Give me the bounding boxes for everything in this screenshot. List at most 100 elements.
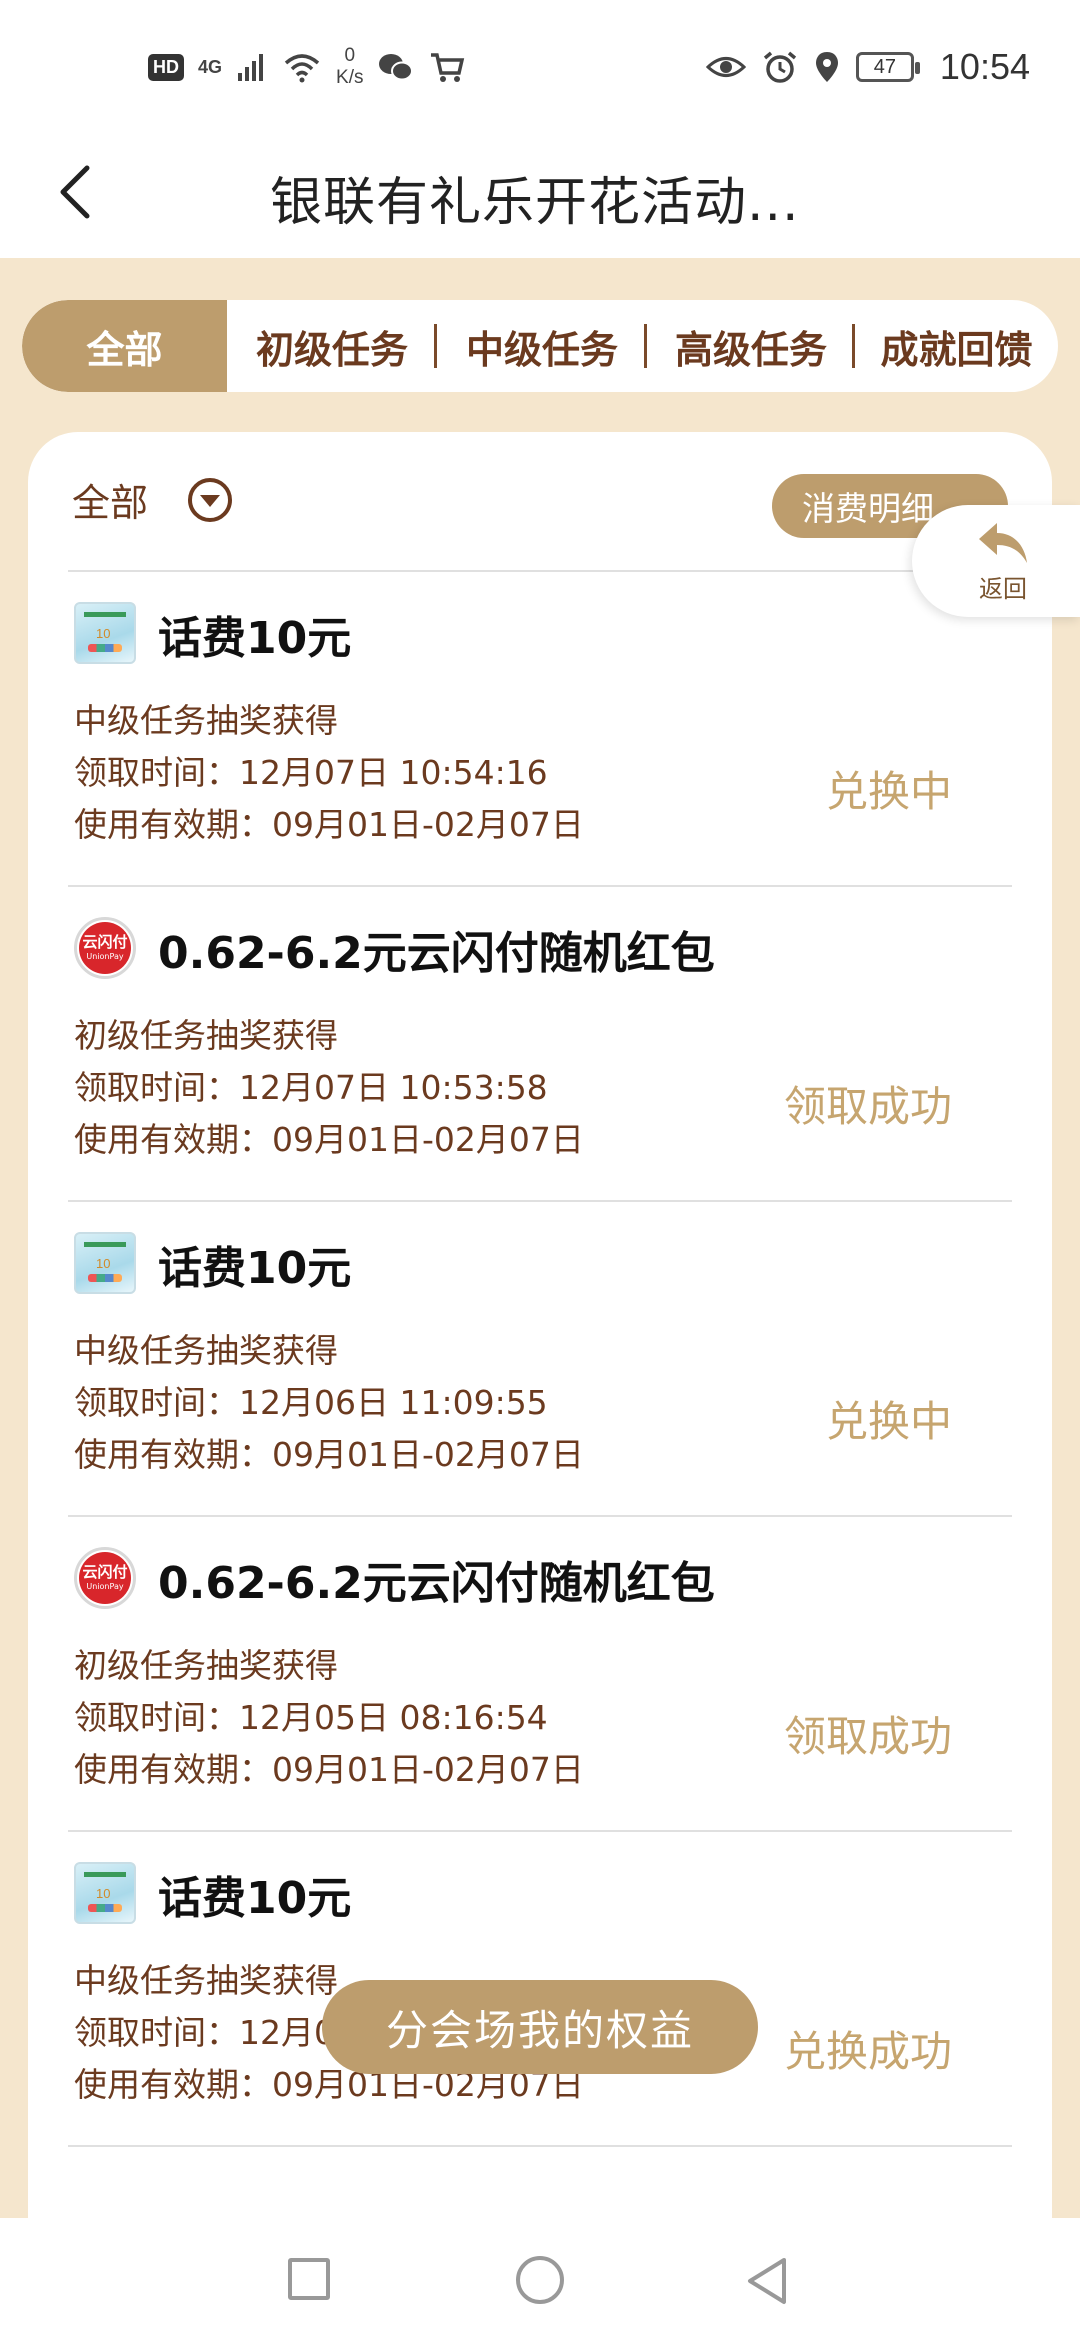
- system-nav-bar: [0, 2218, 1080, 2340]
- network-type: 4G: [198, 56, 222, 78]
- item-title: 话费10元: [158, 1873, 352, 1924]
- item-status: 领取成功: [783, 1712, 952, 1761]
- item-status: 领取成功: [783, 1082, 952, 1131]
- floating-return-button[interactable]: 返回: [912, 505, 1080, 617]
- item-validity-value: 09月01日-02月07日: [272, 1435, 584, 1474]
- spending-details-label: 消费明细: [802, 489, 934, 528]
- tab-intermediate-tasks[interactable]: 中级任务: [437, 300, 647, 392]
- item-source: 中级任务抽奖获得: [74, 701, 338, 740]
- hd-badge: HD: [148, 53, 184, 81]
- item-claim-time-label: 领取时间：: [74, 1698, 239, 1737]
- page-title: 银联有礼乐开花活动...: [270, 173, 800, 233]
- status-left: HD 4G 0 K/s: [148, 42, 465, 92]
- item-claim-time-label: 领取时间：: [74, 1068, 239, 1107]
- rewards-card: 全部 消费明细 10 话费10元 中级任务抽奖获得 领取时间：12月07日 10…: [28, 432, 1052, 2232]
- item-validity-value: 09月01日-02月07日: [272, 1120, 584, 1159]
- home-icon[interactable]: [516, 2256, 564, 2304]
- ysf-logo-text: 云闪付: [82, 1563, 128, 1581]
- item-validity-label: 使用有效期：: [74, 1750, 272, 1789]
- item-claim-time: 领取时间：12月06日 11:09:55: [74, 1376, 548, 1424]
- phone-credit-icon: 10: [74, 602, 136, 664]
- item-claim-time: 领取时间：12月07日 10:53:58: [74, 1061, 548, 1109]
- item-validity-value: 09月01日-02月07日: [272, 1750, 584, 1789]
- phone-credit-num: 10: [96, 1256, 111, 1271]
- dropdown-arrow-icon: [188, 477, 233, 522]
- ysf-logo-text: 云闪付: [82, 933, 128, 951]
- unionpay-icon: 云闪付 UnionPay: [74, 917, 136, 979]
- my-rights-label: 分会场我的权益: [385, 2005, 694, 2055]
- item-status: 兑换成功: [783, 2027, 952, 2076]
- wifi-icon: [284, 54, 320, 83]
- phone-credit-num: 10: [96, 626, 111, 641]
- item-claim-time-value: 12月06日 11:09:55: [239, 1383, 548, 1422]
- ysf-logo-subtext: UnionPay: [86, 952, 124, 961]
- return-arrow-icon: [979, 522, 1027, 563]
- return-label: 返回: [979, 574, 1027, 603]
- eye-icon: [705, 57, 746, 77]
- item-title: 话费10元: [158, 1243, 352, 1294]
- item-title: 0.62-6.2元云闪付随机红包: [158, 928, 715, 979]
- item-source: 中级任务抽奖获得: [74, 1331, 338, 1370]
- item-claim-time: 领取时间：12月05日 08:16:54: [74, 1691, 548, 1739]
- item-claim-time: 领取时间：12月07日 10:54:16: [74, 746, 548, 794]
- back-button[interactable]: [40, 152, 110, 232]
- tab-advanced-tasks[interactable]: 高级任务: [647, 300, 855, 392]
- status-right: 47 10:54: [705, 42, 1030, 92]
- list-item: 云闪付 UnionPay 0.62-6.2元云闪付随机红包 初级任务抽奖获得 领取…: [68, 887, 1012, 1202]
- item-validity-label: 使用有效期：: [74, 1120, 272, 1159]
- item-claim-time-value: 12月07日 10:54:16: [239, 753, 548, 792]
- alarm-icon: [763, 51, 797, 83]
- battery-icon: 47: [855, 52, 920, 82]
- phone-credit-icon: 10: [74, 1862, 136, 1924]
- phone-credit-icon: 10: [74, 1232, 136, 1294]
- my-rights-button[interactable]: 分会场我的权益: [322, 1980, 758, 2074]
- filter-label: 全部: [72, 481, 149, 525]
- item-claim-time-label: 领取时间：: [74, 2013, 239, 2052]
- task-tabs: 全部 初级任务 中级任务 高级任务 成就回馈: [22, 300, 1058, 392]
- item-claim-time-value: 12月05日 08:16:54: [239, 1698, 548, 1737]
- item-claim-time-label: 领取时间：: [74, 1383, 239, 1422]
- item-validity-label: 使用有效期：: [74, 2065, 272, 2104]
- phone-credit-num: 10: [96, 1886, 111, 1901]
- item-claim-time-label: 领取时间：: [74, 753, 239, 792]
- item-source: 中级任务抽奖获得: [74, 1961, 338, 2000]
- tab-all[interactable]: 全部: [22, 300, 227, 392]
- item-title: 0.62-6.2元云闪付随机红包: [158, 1558, 715, 1609]
- ysf-logo-subtext: UnionPay: [86, 1582, 124, 1591]
- item-validity: 使用有效期：09月01日-02月07日: [74, 1113, 584, 1161]
- item-source: 初级任务抽奖获得: [74, 1646, 338, 1685]
- item-source: 初级任务抽奖获得: [74, 1016, 338, 1055]
- location-icon: [815, 52, 838, 82]
- list-item: 云闪付 UnionPay 0.62-6.2元云闪付随机红包 初级任务抽奖获得 领取…: [68, 1517, 1012, 1832]
- network-speed: 0 K/s: [336, 45, 363, 89]
- signal-icon: [238, 54, 264, 81]
- item-status: 兑换中: [825, 767, 952, 816]
- item-validity-value: 09月01日-02月07日: [272, 805, 584, 844]
- item-validity: 使用有效期：09月01日-02月07日: [74, 1428, 584, 1476]
- status-bar: HD 4G 0 K/s 47 10:54: [0, 0, 1080, 130]
- item-validity-label: 使用有效期：: [74, 805, 272, 844]
- tab-beginner-tasks[interactable]: 初级任务: [227, 300, 437, 392]
- item-title: 话费10元: [158, 613, 352, 664]
- recent-apps-icon[interactable]: [288, 2258, 330, 2300]
- chevron-left-icon: [60, 165, 90, 219]
- item-claim-time-value: 12月07日 10:53:58: [239, 1068, 548, 1107]
- item-claim-time: 领取时间：12月0: [74, 2006, 335, 2054]
- filter-dropdown[interactable]: 全部: [72, 472, 234, 527]
- wechat-icon: [379, 54, 414, 81]
- speed-unit: K/s: [336, 67, 364, 88]
- item-validity: 使用有效期：09月01日-02月07日: [74, 1743, 584, 1791]
- item-validity-label: 使用有效期：: [74, 1435, 272, 1474]
- list-item: 10 话费10元 中级任务抽奖获得 领取时间：12月07日 10:54:16 使…: [68, 572, 1012, 887]
- cart-icon: [431, 53, 465, 82]
- item-claim-time-value: 12月0: [239, 2013, 335, 2052]
- speed-value: 0: [344, 45, 356, 66]
- rewards-list: 10 话费10元 中级任务抽奖获得 领取时间：12月07日 10:54:16 使…: [68, 572, 1012, 2147]
- tab-achievement-rewards[interactable]: 成就回馈: [855, 300, 1058, 392]
- network-gen: 4G: [198, 57, 223, 77]
- app-header: 银联有礼乐开花活动...: [0, 130, 1080, 258]
- back-triangle-icon[interactable]: [744, 2256, 790, 2306]
- clock: 10:54: [939, 46, 1030, 87]
- item-status: 兑换中: [825, 1397, 952, 1446]
- unionpay-icon: 云闪付 UnionPay: [74, 1547, 136, 1609]
